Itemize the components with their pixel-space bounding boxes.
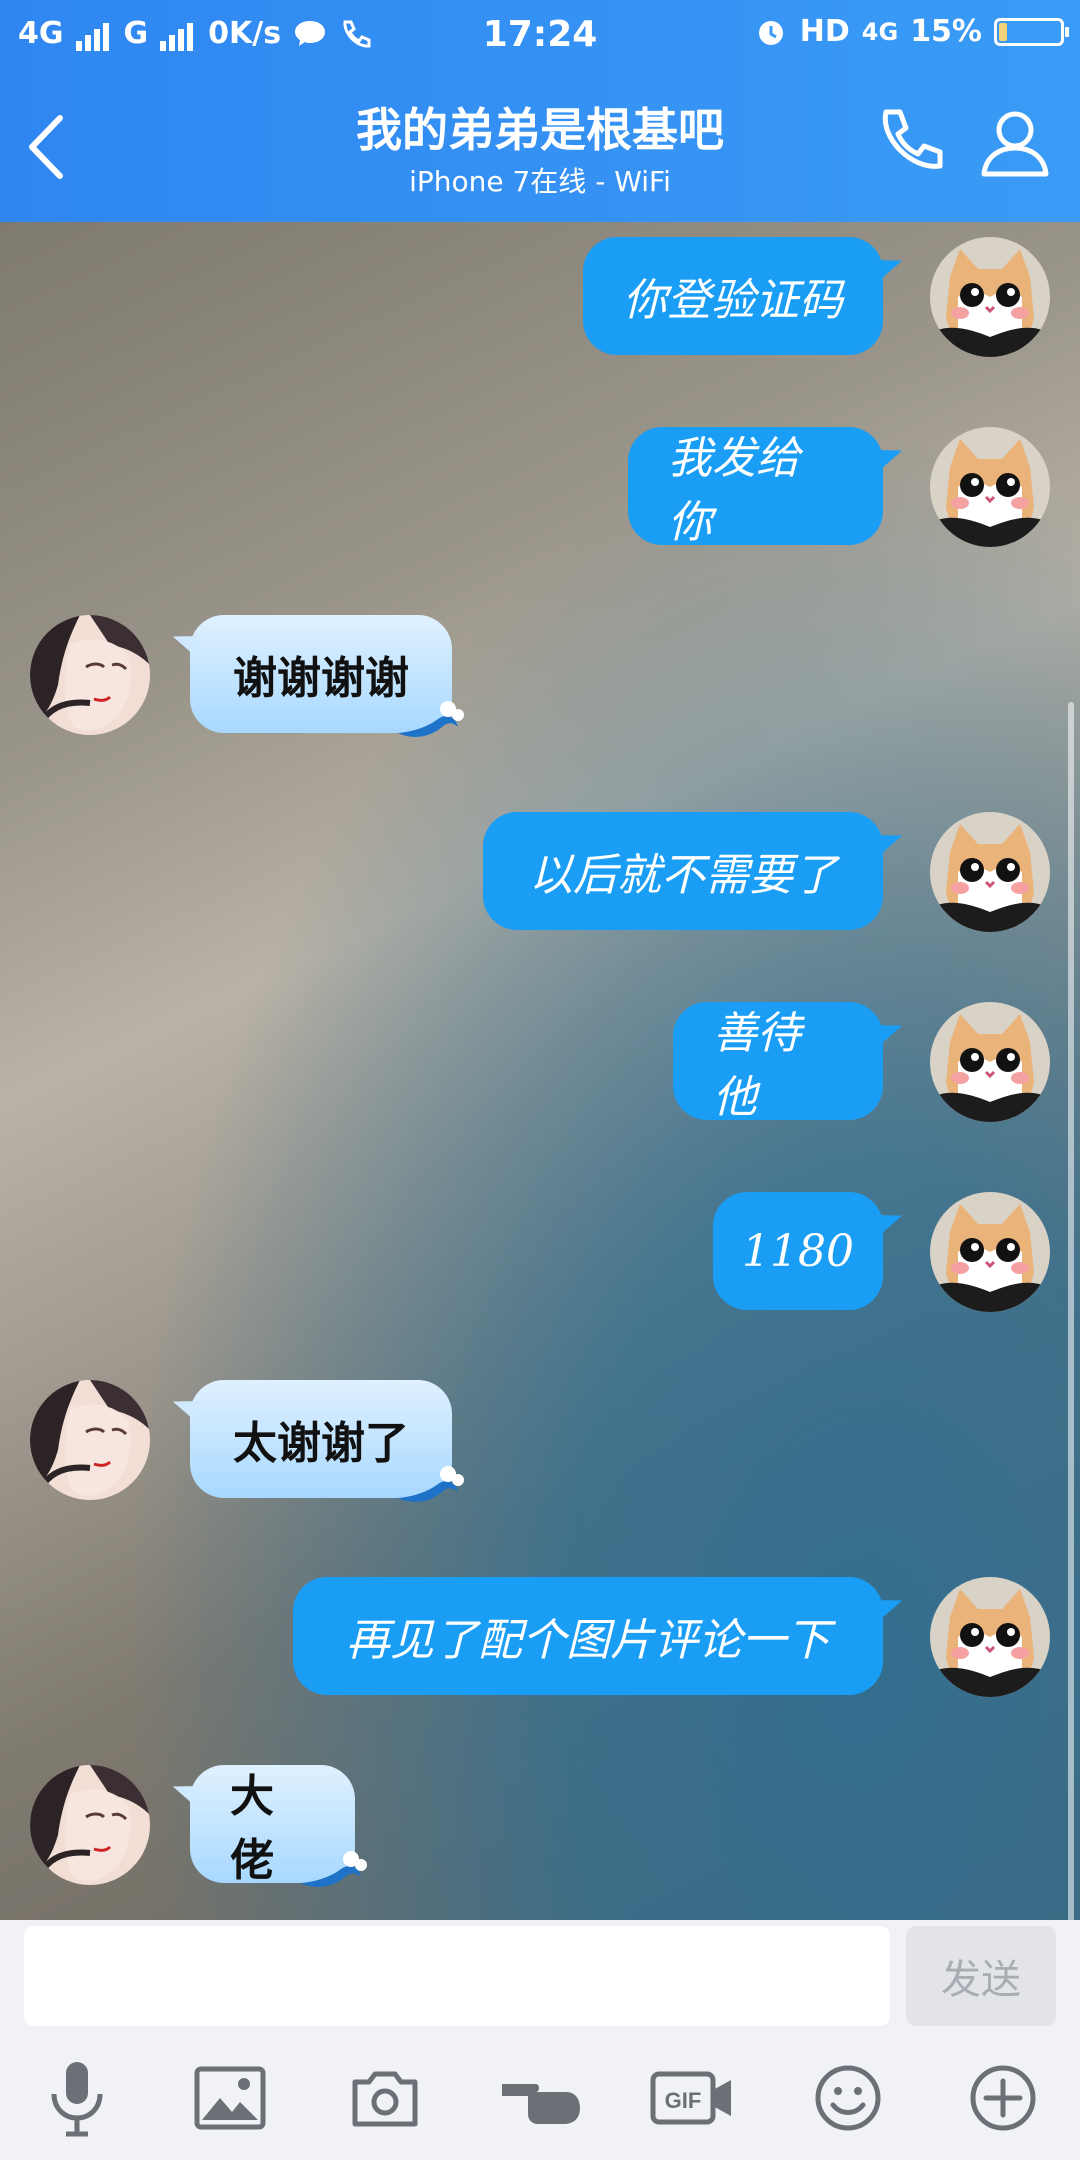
microphone-icon[interactable] — [37, 2058, 117, 2138]
cat-avatar-icon — [930, 1192, 1050, 1312]
my-avatar[interactable] — [930, 812, 1050, 932]
anime-girl-avatar-icon — [30, 1380, 150, 1500]
send-button[interactable]: 发送 — [906, 1926, 1056, 2026]
cat-avatar-icon — [930, 237, 1050, 357]
chat-area[interactable]: 你登验证码 我发给你 谢谢谢谢 以后就不需要了 善待他 1180 太谢谢了 再见… — [0, 222, 1080, 1920]
chat-header: 我的弟弟是根基吧 iPhone 7在线 - WiFi — [0, 72, 1080, 222]
message-bubble-sent[interactable]: 你登验证码 — [583, 237, 883, 355]
message-bubble-sent[interactable]: 以后就不需要了 — [483, 812, 883, 930]
poke-icon[interactable] — [498, 2058, 588, 2138]
gif-label: GIF — [665, 2088, 702, 2113]
cat-avatar-icon — [930, 1002, 1050, 1122]
hd-label: HD — [799, 14, 850, 49]
cat-avatar-icon — [930, 1577, 1050, 1697]
camera-icon[interactable] — [345, 2058, 425, 2138]
friend-avatar[interactable] — [30, 615, 150, 735]
my-avatar[interactable] — [930, 1192, 1050, 1312]
battery-percent: 15% — [910, 14, 982, 49]
my-avatar[interactable] — [930, 237, 1050, 357]
message-input[interactable] — [24, 1926, 890, 2026]
status-right: HD 4G 15% — [754, 14, 1069, 49]
message-text: 谢谢谢谢 — [233, 653, 409, 704]
phone-call-icon[interactable] — [872, 106, 946, 180]
input-bar: 发送 — [0, 1920, 1080, 2028]
message-bubble-received[interactable]: 谢谢谢谢 — [190, 615, 464, 737]
cat-avatar-icon — [930, 812, 1050, 932]
alarm-icon — [758, 20, 783, 45]
bottom-toolbar: GIF — [0, 2028, 1080, 2160]
message-bubble-sent[interactable]: 1180 — [713, 1192, 883, 1310]
message-bubble-received[interactable]: 太谢谢了 — [190, 1380, 464, 1502]
message-bubble-sent[interactable]: 我发给你 — [628, 427, 883, 548]
message-bubble-received[interactable]: 大佬 — [190, 1765, 367, 1887]
message-text: 太谢谢了 — [233, 1418, 409, 1469]
plus-icon[interactable] — [963, 2058, 1043, 2138]
anime-girl-avatar-icon — [30, 615, 150, 735]
net-4g-label: 4G — [861, 17, 899, 46]
anime-girl-avatar-icon — [30, 1765, 150, 1885]
gif-icon[interactable]: GIF — [650, 2058, 736, 2138]
wave-decoration-icon — [398, 1466, 464, 1502]
my-avatar[interactable] — [930, 1577, 1050, 1697]
my-avatar[interactable] — [930, 427, 1050, 547]
wave-decoration-icon — [398, 701, 464, 737]
battery-icon — [994, 17, 1069, 46]
my-avatar[interactable] — [930, 1002, 1050, 1122]
profile-icon[interactable] — [978, 106, 1052, 180]
emoji-icon[interactable] — [808, 2058, 888, 2138]
status-bar: 4G G 0K/s 17:24 HD 4G 15% — [0, 0, 1080, 72]
image-icon[interactable] — [190, 2058, 270, 2138]
message-bubble-sent[interactable]: 善待他 — [673, 1002, 883, 1123]
cat-avatar-icon — [930, 427, 1050, 547]
friend-avatar[interactable] — [30, 1765, 150, 1885]
friend-avatar[interactable] — [30, 1380, 150, 1500]
wave-decoration-icon — [301, 1851, 367, 1887]
scrollbar[interactable] — [1068, 702, 1074, 1920]
message-bubble-sent[interactable]: 再见了配个图片评论一下 — [293, 1577, 883, 1695]
